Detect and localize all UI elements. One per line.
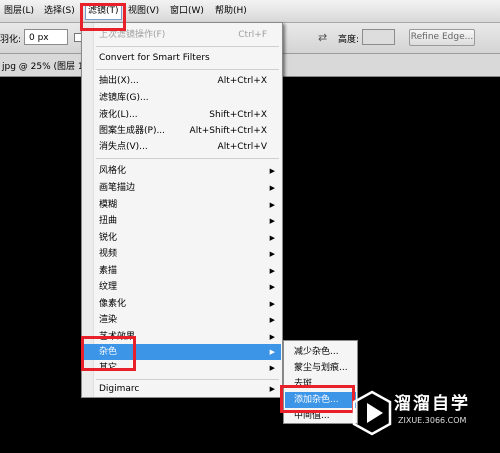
menu-item-label: 消失点(V)... <box>99 142 148 152</box>
submenu-arrow-icon: ▶ <box>269 316 275 324</box>
menu-select[interactable]: 选择(S) <box>44 4 75 18</box>
submenu-arrow-icon: ▶ <box>269 348 275 356</box>
menu-item-convert-smart-filters[interactable]: Convert for Smart Filters <box>83 50 281 66</box>
menu-item-render[interactable]: 渲染 ▶ <box>83 312 281 328</box>
menu-item-distort[interactable]: 扭曲 ▶ <box>83 213 281 229</box>
menu-item-label: 扭曲 <box>99 216 118 226</box>
menu-item-sharpen[interactable]: 锐化 ▶ <box>83 230 281 246</box>
menu-item-label: 渲染 <box>99 315 118 325</box>
menu-item-vanishing-point[interactable]: 消失点(V)... Alt+Ctrl+V <box>83 139 281 155</box>
menu-item-shortcut: Alt+Ctrl+X <box>217 76 267 86</box>
menu-item-label: 抽出(X)... <box>99 76 139 86</box>
submenu-arrow-icon: ▶ <box>269 267 275 275</box>
menu-item-label: 像素化 <box>99 299 127 309</box>
submenu-arrow-icon: ▶ <box>269 184 275 192</box>
submenu-arrow-icon: ▶ <box>269 300 275 308</box>
menu-help[interactable]: 帮助(H) <box>215 4 247 18</box>
menu-item-label: 锐化 <box>99 233 118 243</box>
menu-layer[interactable]: 图层(L) <box>4 4 34 18</box>
feather-input[interactable]: 0 px <box>24 29 68 45</box>
swap-icon[interactable]: ⇄ <box>318 31 327 44</box>
watermark-name: 溜溜自学 <box>394 394 470 414</box>
menu-item-label: 图案生成器(P)... <box>99 126 166 136</box>
menu-item-label: 液化(L)... <box>99 110 138 120</box>
height-input[interactable] <box>362 29 395 45</box>
menu-item-extract[interactable]: 抽出(X)... Alt+Ctrl+X <box>83 73 281 89</box>
menu-separator <box>96 69 279 70</box>
submenu-arrow-icon: ▶ <box>269 364 275 372</box>
menu-item-shortcut: Shift+Ctrl+X <box>209 110 267 120</box>
menu-item-sketch[interactable]: 素描 ▶ <box>83 263 281 279</box>
menu-item-filter-gallery[interactable]: 滤镜库(G)... <box>83 90 281 106</box>
menu-item-label: 纹理 <box>99 282 118 292</box>
menu-item-label: Digimarc <box>99 384 140 394</box>
menu-window[interactable]: 窗口(W) <box>170 4 204 18</box>
menu-separator <box>96 158 279 159</box>
submenu-item-label: 蒙尘与划痕... <box>294 363 348 373</box>
menu-item-label: 风格化 <box>99 166 127 176</box>
submenu-item-dust-scratches[interactable]: 蒙尘与划痕... <box>285 360 356 376</box>
submenu-arrow-icon: ▶ <box>269 201 275 209</box>
submenu-arrow-icon: ▶ <box>269 283 275 291</box>
menu-view[interactable]: 视图(V) <box>128 4 159 18</box>
document-title: jpg @ 25% (图层 1 <box>2 62 84 72</box>
menu-item-texture[interactable]: 纹理 ▶ <box>83 279 281 295</box>
menu-item-pixelate[interactable]: 像素化 ▶ <box>83 296 281 312</box>
menu-item-video[interactable]: 视频 ▶ <box>83 246 281 262</box>
menu-item-label: Convert for Smart Filters <box>99 53 210 63</box>
submenu-item-label: 减少杂色... <box>294 347 339 357</box>
annotation-box-add-noise <box>280 385 355 413</box>
submenu-arrow-icon: ▶ <box>269 217 275 225</box>
menu-item-shortcut: Ctrl+F <box>238 30 267 40</box>
menu-item-label: 画笔描边 <box>99 183 136 193</box>
watermark: 溜溜自学 ZIXUE.3066.COM <box>352 386 500 440</box>
menu-item-label: 模糊 <box>99 200 118 210</box>
watermark-url: ZIXUE.3066.COM <box>398 416 467 425</box>
feather-label: 羽化: <box>0 35 22 45</box>
menu-item-liquify[interactable]: 液化(L)... Shift+Ctrl+X <box>83 107 281 123</box>
menu-bar: 图层(L) 选择(S) 滤镜(T) 视图(V) 窗口(W) 帮助(H) <box>0 0 500 23</box>
menu-item-blur[interactable]: 模糊 ▶ <box>83 197 281 213</box>
menu-item-digimarc[interactable]: Digimarc ▶ <box>83 381 281 397</box>
menu-separator <box>96 46 279 47</box>
menu-item-pattern-maker[interactable]: 图案生成器(P)... Alt+Shift+Ctrl+X <box>83 123 281 139</box>
submenu-arrow-icon: ▶ <box>269 234 275 242</box>
annotation-box-filter-menu <box>80 3 126 31</box>
annotation-box-noise-item <box>81 336 136 371</box>
submenu-item-reduce-noise[interactable]: 减少杂色... <box>285 344 356 360</box>
menu-item-label: 素描 <box>99 266 118 276</box>
submenu-arrow-icon: ▶ <box>269 385 275 393</box>
menu-item-shortcut: Alt+Ctrl+V <box>217 142 267 152</box>
submenu-arrow-icon: ▶ <box>269 250 275 258</box>
refine-edge-button[interactable]: Refine Edge... <box>409 29 475 46</box>
play-logo-icon <box>352 390 392 436</box>
menu-item-label: 视频 <box>99 249 118 259</box>
menu-item-label: 滤镜库(G)... <box>99 93 149 103</box>
submenu-arrow-icon: ▶ <box>269 167 275 175</box>
menu-separator <box>96 379 279 380</box>
submenu-arrow-icon: ▶ <box>269 333 275 341</box>
height-label: 高度: <box>338 35 360 45</box>
menu-item-shortcut: Alt+Shift+Ctrl+X <box>189 126 267 136</box>
menu-item-stylize[interactable]: 风格化 ▶ <box>83 163 281 179</box>
menu-item-brush-strokes[interactable]: 画笔描边 ▶ <box>83 180 281 196</box>
